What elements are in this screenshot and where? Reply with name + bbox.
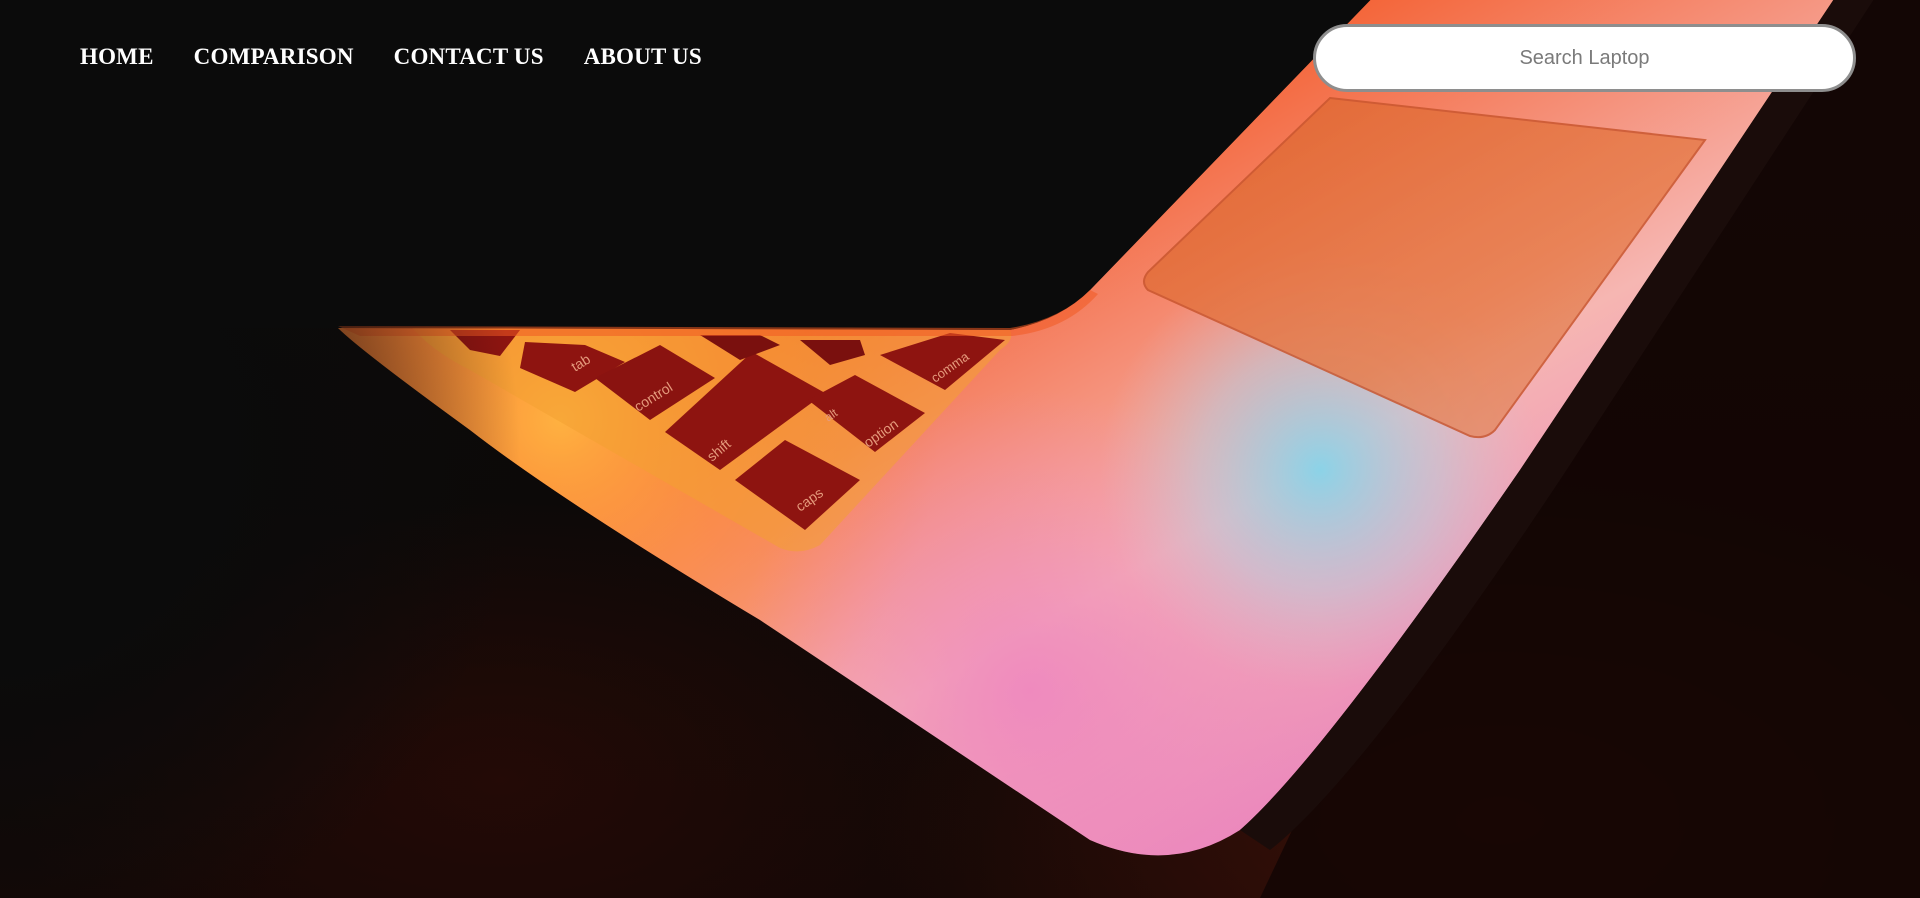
main-nav: HOME COMPARISON CONTACT US ABOUT US: [80, 44, 742, 70]
search-input[interactable]: [1313, 24, 1856, 92]
nav-contact-us-link[interactable]: CONTACT US: [394, 44, 544, 70]
hero-background: tab control shift alt option caps comma …: [0, 0, 1920, 898]
nav-home-link[interactable]: HOME: [80, 44, 154, 70]
laptop-illustration: tab control shift alt option caps comma: [0, 0, 1920, 898]
nav-comparison-link[interactable]: COMPARISON: [194, 44, 354, 70]
nav-about-us-link[interactable]: ABOUT US: [584, 44, 702, 70]
